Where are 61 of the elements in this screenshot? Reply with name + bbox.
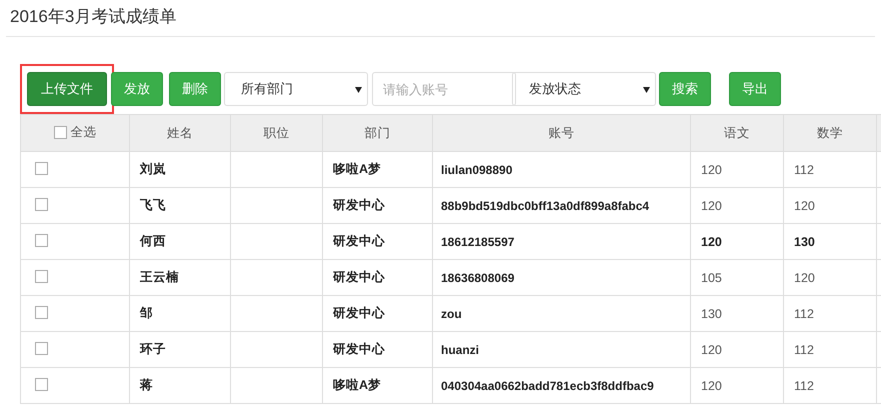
checkbox[interactable]	[35, 378, 48, 390]
table-cell: 112	[784, 152, 876, 188]
table-cell: 18612185597	[432, 224, 690, 260]
toolbar-button[interactable]: 搜索	[659, 72, 711, 106]
table-cell: 040304aa0662badd781ecb3f8ddfbac9	[432, 368, 690, 404]
table-cell: 18636808069	[432, 260, 690, 296]
checkbox[interactable]	[35, 342, 48, 354]
table-cell: 飞飞	[130, 188, 230, 224]
toolbar-button[interactable]: 导出	[729, 72, 781, 106]
checkbox[interactable]	[35, 270, 48, 282]
table-cell: 王云楠	[130, 260, 230, 296]
page-title: 2016年3月考试成绩单	[9, 6, 178, 28]
table-cell: 研发中心	[322, 224, 432, 260]
table-cell: 120	[690, 152, 784, 188]
toolbar-button[interactable]: 删除	[169, 72, 221, 106]
table-cell: 环子	[130, 332, 230, 368]
column-header: 语文	[690, 114, 784, 152]
table-cell: 哆啦A梦	[322, 152, 432, 188]
column-header: 职位	[230, 114, 322, 152]
checkbox[interactable]	[54, 126, 66, 139]
table-cell: 120	[690, 224, 784, 260]
checkbox[interactable]	[35, 234, 48, 246]
table-cell: liulan098890	[432, 152, 690, 188]
table-cell: 研发中心	[322, 332, 432, 368]
table-cell: 何西	[130, 224, 230, 260]
table-cell: 蒋	[130, 368, 230, 404]
table-cell: huanzi	[432, 332, 690, 368]
column-header: 数学	[784, 114, 876, 152]
table-cell: 120	[784, 188, 876, 224]
table-cell: 研发中心	[322, 188, 432, 224]
table-cell: 130	[784, 224, 876, 260]
dropdown[interactable]: 发放状态	[512, 72, 656, 106]
toolbar-button[interactable]: 发放	[111, 72, 163, 106]
table-cell: 130	[690, 296, 784, 332]
checkbox[interactable]	[35, 198, 48, 210]
table-cell: 112	[784, 296, 876, 332]
checkbox[interactable]	[35, 306, 48, 318]
caret-icon	[355, 87, 362, 93]
table-cell: 哆啦A梦	[322, 368, 432, 404]
caret-icon	[643, 87, 650, 93]
column-header: 部门	[322, 114, 432, 152]
toolbar-button[interactable]: 上传文件	[27, 72, 107, 106]
table-cell: 刘岚	[130, 152, 230, 188]
column-header: 账号	[432, 114, 690, 152]
table-cell: 邹	[130, 296, 230, 332]
table-cell: 120	[690, 368, 784, 404]
table-cell: 105	[690, 260, 784, 296]
table-cell: 112	[784, 368, 876, 404]
table-cell: zou	[432, 296, 690, 332]
account-input-field[interactable]: 请输入账号	[372, 72, 516, 106]
column-header: 姓名	[130, 114, 230, 152]
table-cell: 88b9bd519dbc0bff13a0df899a8fabc4	[432, 188, 690, 224]
dropdown[interactable]: 所有部门	[224, 72, 368, 106]
table-cell: 112	[784, 332, 876, 368]
table-cell: 120	[690, 332, 784, 368]
table-cell: 研发中心	[322, 260, 432, 296]
checkbox[interactable]	[35, 162, 48, 174]
table-cell: 120	[784, 260, 876, 296]
select-all-label: 全选	[70, 124, 96, 141]
table-cell: 120	[690, 188, 784, 224]
table-cell: 研发中心	[322, 296, 432, 332]
